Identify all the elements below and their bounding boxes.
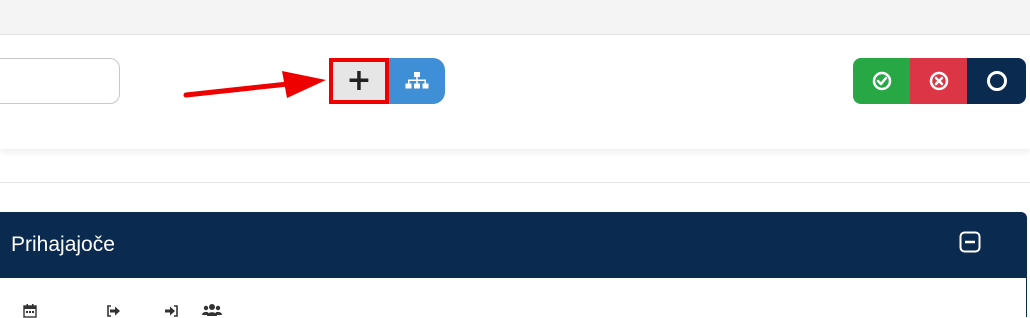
users-icon — [202, 304, 222, 316]
toolbar-button-group: + — [329, 58, 445, 104]
panel-body — [0, 278, 1027, 318]
times-circle-icon — [929, 71, 948, 91]
panel-header: Prihajajoče — [0, 212, 1027, 278]
confirm-button[interactable] — [853, 58, 910, 104]
section-divider — [0, 182, 1030, 183]
sign-out-icon — [107, 305, 120, 317]
panel-title: Prihajajoče — [11, 233, 115, 256]
top-bar — [0, 0, 1030, 35]
add-button[interactable]: + — [329, 58, 389, 104]
plus-icon: + — [346, 63, 372, 98]
calendar-icon — [23, 304, 37, 318]
collapse-button[interactable] — [959, 231, 981, 253]
red-arrow-annotation — [183, 71, 326, 98]
neutral-button[interactable] — [967, 58, 1026, 104]
minus-square-icon — [959, 231, 981, 253]
search-input[interactable] — [0, 58, 120, 104]
check-circle-icon — [872, 71, 891, 91]
circle-outline-icon — [986, 71, 1007, 91]
hierarchy-button[interactable] — [389, 58, 445, 104]
sign-in-icon — [165, 305, 178, 317]
sitemap-icon — [405, 72, 429, 89]
status-button-group — [853, 58, 1026, 104]
reject-button[interactable] — [910, 58, 967, 104]
